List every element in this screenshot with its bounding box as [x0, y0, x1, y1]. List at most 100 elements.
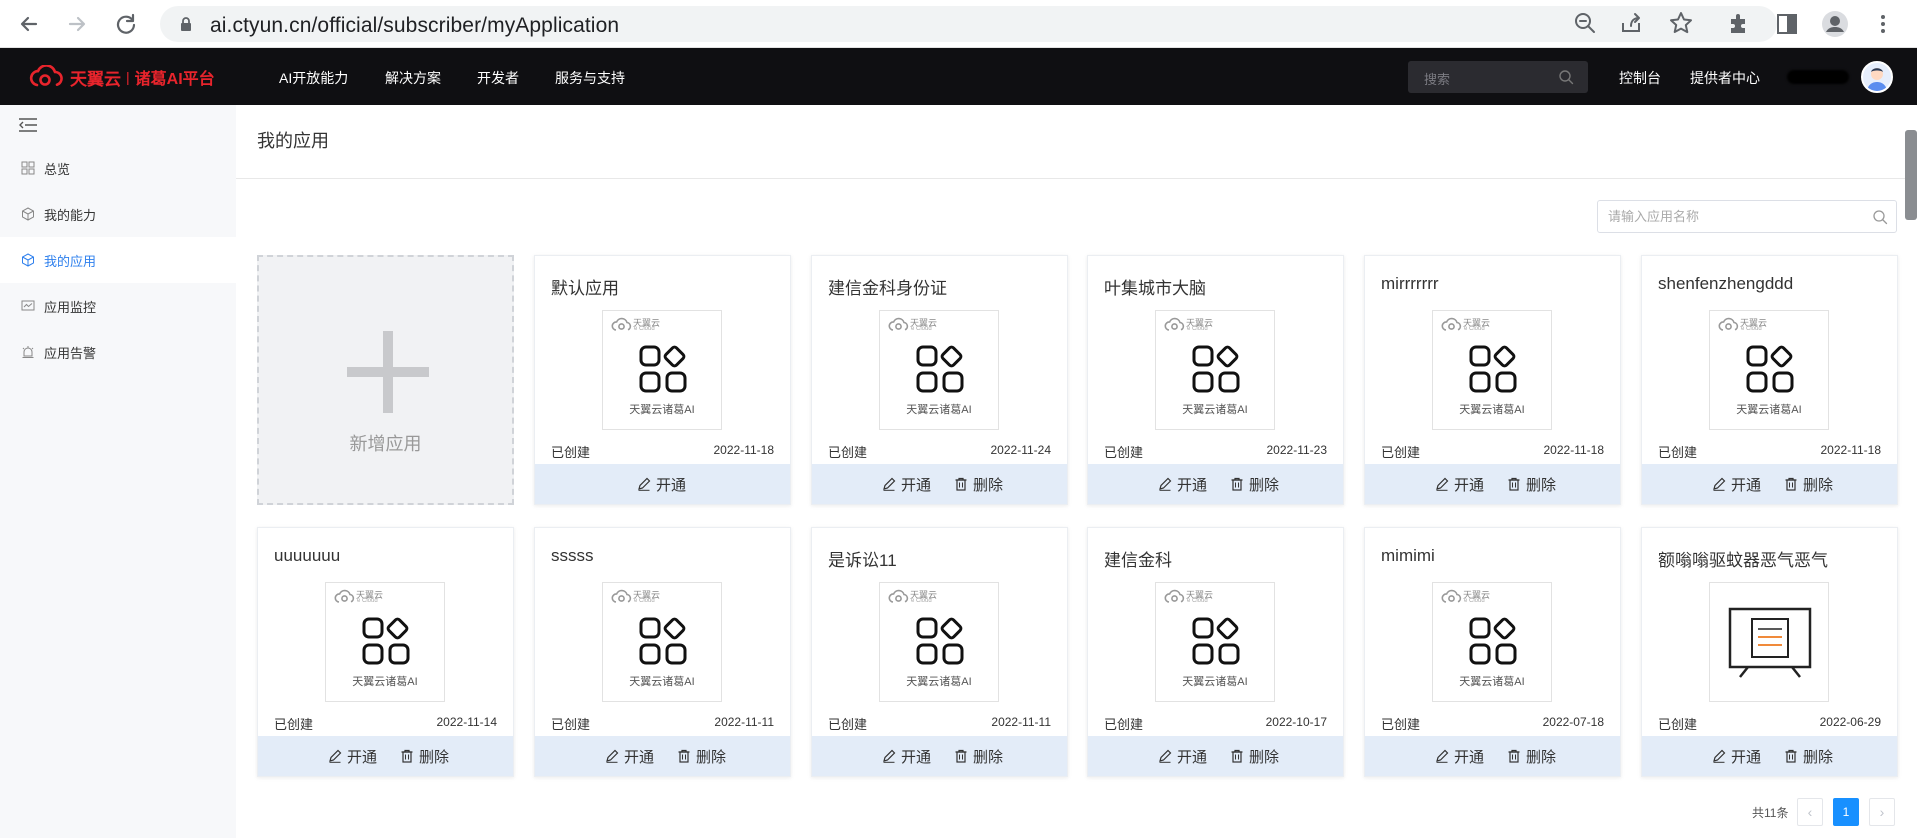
- console-link[interactable]: 控制台: [1619, 68, 1661, 88]
- open-button[interactable]: 开通: [1158, 747, 1207, 766]
- open-button[interactable]: 开通: [605, 747, 654, 766]
- app-name[interactable]: 叶集城市大脑: [1104, 274, 1206, 299]
- scrollbar[interactable]: [1905, 130, 1917, 220]
- open-button[interactable]: 开通: [328, 747, 377, 766]
- provider-center-link[interactable]: 提供者中心: [1690, 68, 1760, 88]
- application-card[interactable]: 默认应用 天翼云 e Cloud 天翼云诸葛AI 已创建 2022-11-18 开通: [534, 255, 791, 505]
- site-logo[interactable]: 天翼云 | 诸葛AI平台: [28, 64, 215, 90]
- app-search-box[interactable]: [1597, 200, 1897, 233]
- cloud-logo-icon: [29, 65, 63, 87]
- delete-button[interactable]: 删除: [1784, 747, 1833, 766]
- back-button[interactable]: [14, 9, 44, 39]
- application-card[interactable]: 额嗡嗡驱蚊器恶气恶气 已创建 2022-06-29 开通 删除: [1641, 527, 1898, 777]
- delete-button[interactable]: 删除: [400, 747, 449, 766]
- search-icon[interactable]: [1558, 69, 1574, 85]
- delete-button[interactable]: 删除: [954, 475, 1003, 494]
- open-button[interactable]: 开通: [1435, 747, 1484, 766]
- open-button[interactable]: 开通: [1158, 475, 1207, 494]
- open-button[interactable]: 开通: [1435, 475, 1484, 494]
- app-name[interactable]: 是诉讼11: [828, 546, 897, 571]
- app-name[interactable]: mimimi: [1381, 546, 1435, 566]
- page-1-button[interactable]: 1: [1833, 798, 1859, 826]
- sidebar-item-my-capabilities[interactable]: 我的能力: [0, 191, 236, 237]
- delete-button[interactable]: 删除: [1507, 747, 1556, 766]
- platform-name: 诸葛AI平台: [134, 71, 215, 88]
- side-panel-icon[interactable]: [1772, 9, 1802, 39]
- sidebar-item-app-monitoring[interactable]: 应用监控: [0, 283, 236, 329]
- thumb-caption: 天翼云诸葛AI: [1459, 404, 1525, 416]
- avatar[interactable]: [1861, 61, 1893, 93]
- open-label: 开通: [1731, 748, 1762, 766]
- collapse-menu-icon[interactable]: [18, 117, 38, 133]
- cube-icon: [22, 253, 34, 267]
- profile-icon[interactable]: [1820, 9, 1850, 39]
- delete-label: 删除: [1249, 476, 1280, 494]
- app-name[interactable]: mirrrrrrr: [1381, 274, 1439, 294]
- delete-button[interactable]: 删除: [1507, 475, 1557, 494]
- nav-developers[interactable]: 开发者: [477, 68, 519, 88]
- next-page-button[interactable]: ›: [1869, 798, 1895, 826]
- open-button[interactable]: 开通: [1712, 747, 1762, 766]
- share-icon[interactable]: [1617, 9, 1645, 37]
- app-name[interactable]: 建信金科身份证: [828, 274, 947, 299]
- search-icon[interactable]: [1872, 209, 1888, 225]
- open-button[interactable]: 开通: [882, 475, 931, 494]
- delete-label: 删除: [696, 748, 727, 766]
- plus-icon: [347, 331, 429, 413]
- forward-button[interactable]: [62, 9, 92, 39]
- application-card[interactable]: 是诉讼11 天翼云 e Cloud 天翼云诸葛AI 已创建 2022-11-11 开通 删除: [811, 527, 1068, 777]
- nav-ai-capabilities[interactable]: AI开放能力: [279, 68, 348, 88]
- delete-button[interactable]: 删除: [1784, 475, 1833, 494]
- app-search-input[interactable]: [1598, 201, 1868, 232]
- application-card[interactable]: 叶集城市大脑 天翼云 e Cloud 天翼云诸葛AI 已创建 2022-11-23 开通 删除: [1087, 255, 1344, 505]
- open-label: 开通: [901, 748, 932, 766]
- app-name[interactable]: 建信金科: [1104, 546, 1172, 571]
- application-card[interactable]: mirrrrrrr 天翼云 e Cloud 天翼云诸葛AI 已创建 2022-11-18 开…: [1364, 255, 1621, 505]
- delete-icon: [1508, 477, 1520, 491]
- add-application-card[interactable]: 新增应用: [257, 255, 514, 505]
- browser-toolbar: ai.ctyun.cn/official/subscriber/myApplic…: [0, 0, 1917, 48]
- title-divider: [236, 178, 1917, 179]
- address-bar[interactable]: ai.ctyun.cn/official/subscriber/myApplic…: [160, 6, 1777, 42]
- delete-button[interactable]: 删除: [1230, 475, 1280, 494]
- open-label: 开通: [1731, 476, 1762, 494]
- app-date: 2022-11-18: [713, 443, 775, 457]
- app-name[interactable]: shenfenzhengddd: [1658, 274, 1793, 294]
- brand-name: 天翼云: [70, 69, 121, 89]
- nav-solutions[interactable]: 解决方案: [385, 68, 441, 88]
- url-text[interactable]: ai.ctyun.cn/official/subscriber/myApplic…: [210, 14, 619, 38]
- open-button[interactable]: 开通: [637, 475, 686, 494]
- application-card[interactable]: sssss 天翼云 e Cloud 天翼云诸葛AI 已创建 2022-11-11 开通 删除: [534, 527, 791, 777]
- application-card[interactable]: shenfenzhengddd 天翼云 e Cloud 天翼云诸葛AI 已创建 2022-…: [1641, 255, 1898, 505]
- zoom-icon[interactable]: [1571, 9, 1599, 37]
- sidebar-item-overview[interactable]: 总览: [0, 145, 236, 191]
- top-search-box[interactable]: 搜索: [1408, 61, 1588, 93]
- edit-icon: [1159, 749, 1172, 763]
- sidebar-item-my-applications[interactable]: 我的应用: [0, 237, 236, 283]
- prev-page-button[interactable]: ‹: [1797, 798, 1823, 826]
- application-card[interactable]: mimimi 天翼云 e Cloud 天翼云诸葛AI 已创建 2022-07-18 开通 删除: [1364, 527, 1621, 777]
- open-button[interactable]: 开通: [1712, 475, 1762, 494]
- app-actions-bar: 开通 删除: [258, 736, 513, 776]
- app-name[interactable]: 额嗡嗡驱蚊器恶气恶气: [1658, 546, 1828, 571]
- delete-button[interactable]: 删除: [1230, 747, 1279, 766]
- application-card[interactable]: uuuuuuu 天翼云 e Cloud 天翼云诸葛AI 已创建 2022-11-14 开通删…: [257, 527, 514, 777]
- app-thumbnail: 天翼云 e Cloud 天翼云诸葛AI: [1432, 310, 1552, 430]
- reload-button[interactable]: [111, 9, 141, 39]
- app-name[interactable]: uuuuuuu: [274, 546, 340, 566]
- application-card[interactable]: 建信金科身份证 天翼云 e Cloud 天翼云诸葛AI 已创建 2022-11-24 开通删…: [811, 255, 1068, 505]
- bookmark-star-icon[interactable]: [1667, 9, 1695, 37]
- delete-button[interactable]: 删除: [954, 747, 1003, 766]
- delete-label: 删除: [1526, 476, 1557, 494]
- app-date: 2022-11-11: [714, 715, 774, 729]
- app-name[interactable]: sssss: [551, 546, 594, 566]
- app-date: 2022-07-18: [1542, 715, 1604, 729]
- application-card[interactable]: 建信金科 天翼云 e Cloud 天翼云诸葛AI 已创建 2022-10-17 开通 删除: [1087, 527, 1344, 777]
- app-name[interactable]: 默认应用: [551, 274, 619, 299]
- extensions-icon[interactable]: [1723, 9, 1753, 39]
- browser-menu-icon[interactable]: [1868, 9, 1898, 39]
- delete-button[interactable]: 删除: [677, 747, 727, 766]
- open-button[interactable]: 开通: [882, 747, 932, 766]
- nav-service-support[interactable]: 服务与支持: [555, 68, 625, 88]
- sidebar-item-app-alarms[interactable]: 应用告警: [0, 329, 236, 375]
